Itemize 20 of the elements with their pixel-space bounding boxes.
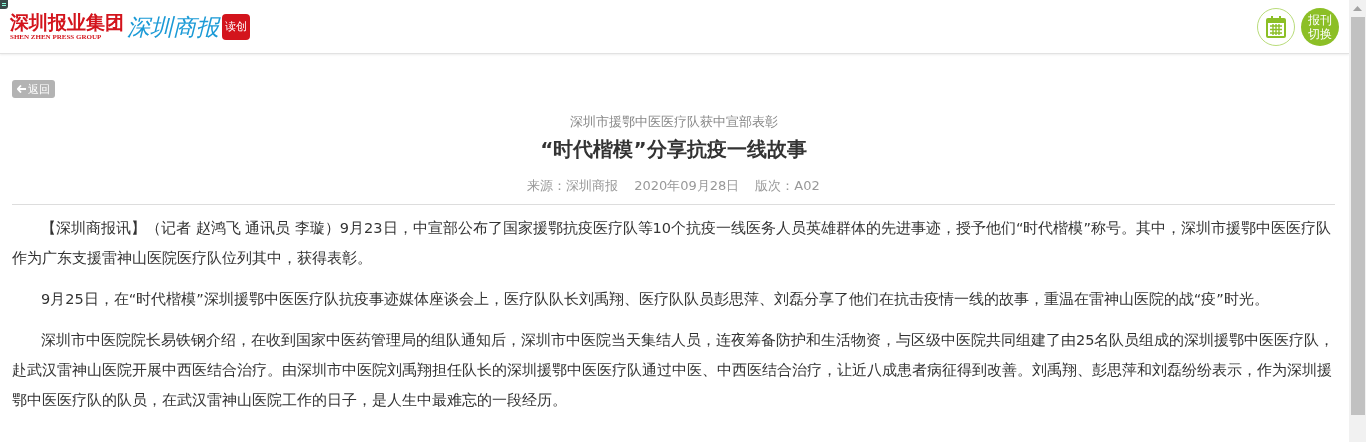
article-kicker: 深圳市援鄂中医医疗队获中宣部表彰 <box>568 113 779 131</box>
menu-tab-icon[interactable] <box>0 0 8 9</box>
back-arrow-icon <box>17 85 26 93</box>
back-button[interactable]: 返回 <box>12 80 55 98</box>
scrollbar-thumb[interactable] <box>1350 17 1365 415</box>
scrollbar[interactable] <box>1349 0 1366 442</box>
calendar-icon <box>1266 15 1286 38</box>
badge: 读创 <box>222 13 250 40</box>
meta-info: 2020年09月28日 <box>634 177 740 195</box>
article-paragraph: 9月25日，在“时代楷模”深圳援鄂中医医疗队抗疫事迹媒体座谈会上，医疗队队长刘禹翔、医疗队队员彭思萍、刘磊分享了他们在抗击疫情一线的故事，重温在雷神山医院的战“疫”时光。 <box>40 290 1270 309</box>
scroll-up-icon <box>1353 6 1362 11</box>
article-paragraph: 【深圳商报讯】（记者 赵鸿飞 通讯员 李璇）9月23日，中宣部公布了国家援鄂抗疫医疗队等10个抗疫一线医务人员英雄群体的先进事迹，授予他们“时代楷模”称号。其中，深圳市援鄂中医医疗队作为广东支援雷神山医院医疗队位列其中，获得表彰。 <box>12 219 1332 268</box>
paper-name: 深圳商报 <box>127 13 219 40</box>
switch-button[interactable]: 报刊切换 <box>1301 7 1339 46</box>
article-paragraph: 深圳市中医院院长易铁钢介绍，在收到国家中医药管理局的组队通知后，深圳市中医院当天集结人员，连夜筹备防护和生活物资，与区级中医院共同组建了由25名队员组成的深圳援鄂中医医疗队，赴武汉雷神山医院开展中西医结合治疗。由深圳市中医院刘禹翔担任队长的深圳援鄂中医医疗队通过中医、中西医结合治疗，让近八成患者病征得到改善。刘禹翔、彭思萍和刘磊纷纷表示，作为深圳援鄂中医医疗队的队员，在武汉雷神山医院工作的日子，是人生中最难忘的一段经历。 <box>12 331 1335 410</box>
article-title: “时代楷模”分享抗疫一线故事 <box>539 136 808 163</box>
meta-info: 来源：深圳商报 <box>527 177 619 195</box>
meta-info: 版次：A02 <box>755 177 820 195</box>
group-name: 深圳报业集团 <box>10 11 124 33</box>
calendar-button[interactable] <box>1257 7 1295 46</box>
